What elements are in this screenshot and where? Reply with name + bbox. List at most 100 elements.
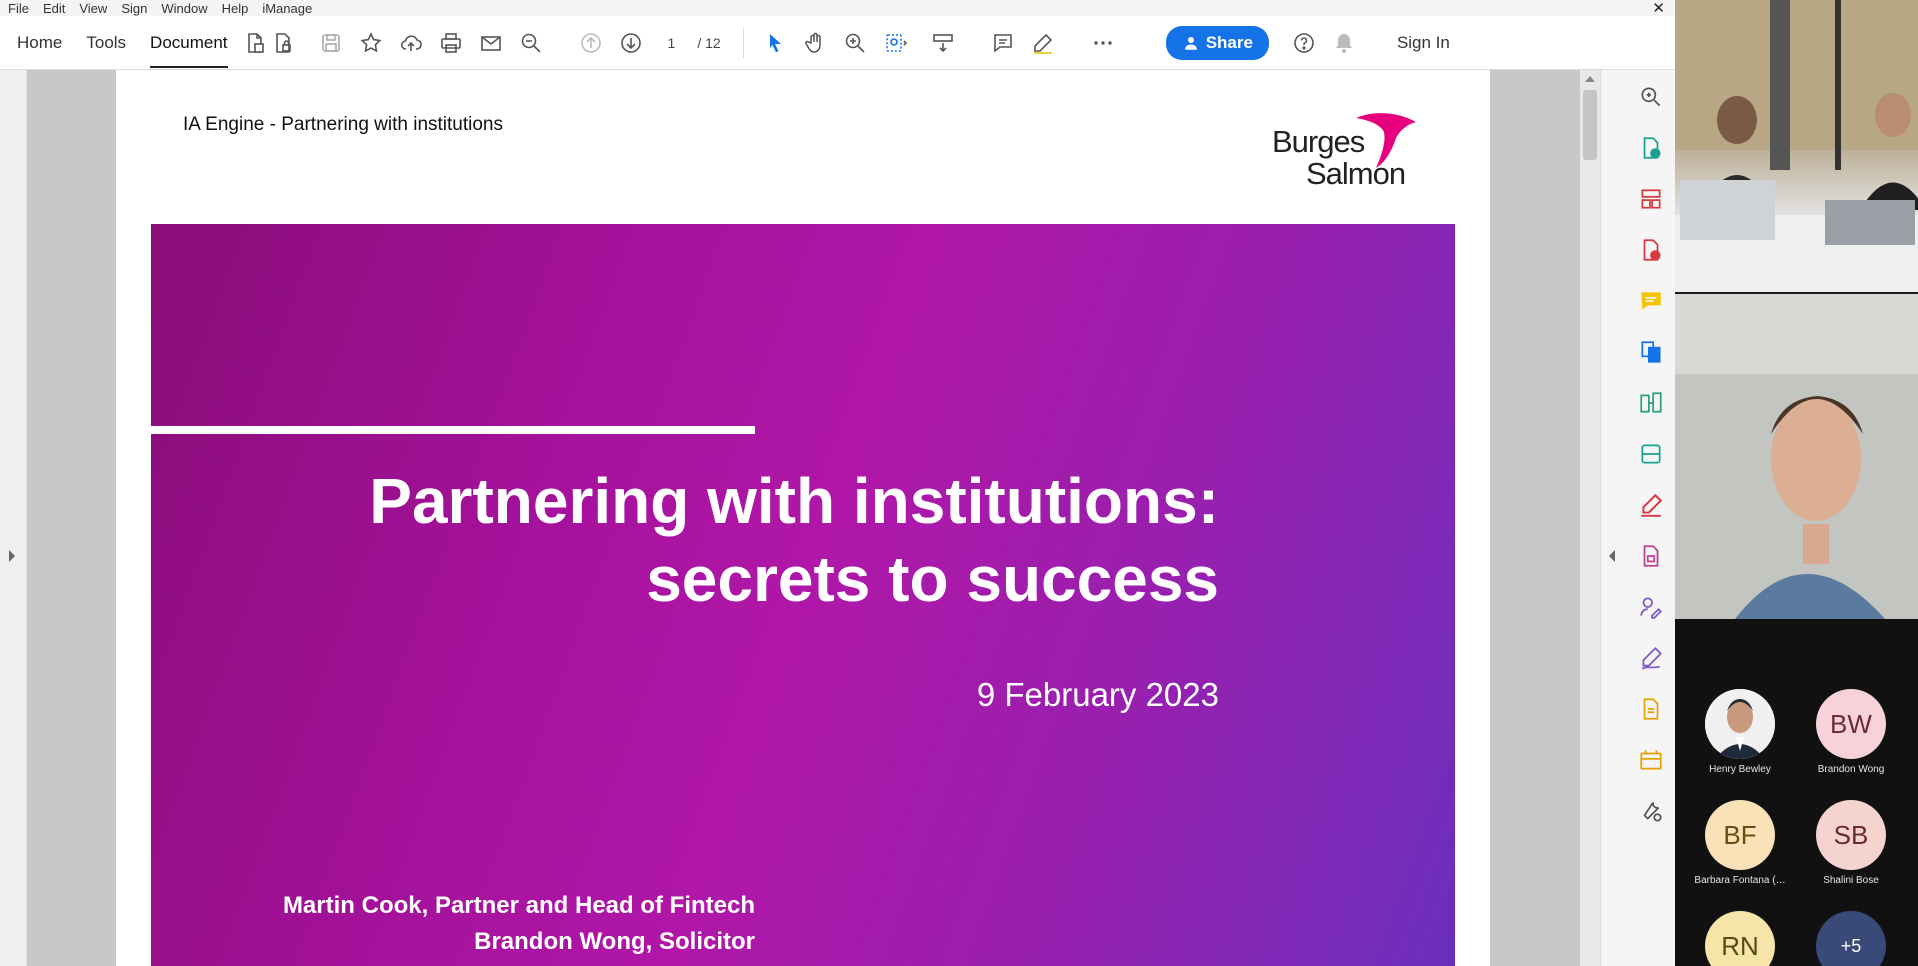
collapse-panel-icon[interactable] [1609,550,1615,562]
page-total: / 12 [697,34,721,51]
scrollbar-thumb[interactable] [1583,90,1597,160]
menu-help[interactable]: Help [222,1,249,16]
video-call-panel: Henry Bewley BW Brandon Wong BF Barbara … [1675,0,1918,966]
menu-view[interactable]: View [79,1,107,16]
main-toolbar: Home Tools Document 1 / 12 Share Sign In [0,16,1675,70]
burges-salmon-logo: Burges Salmon [1272,110,1432,200]
avatar-photo [1705,689,1775,759]
comment-icon[interactable] [990,30,1016,56]
menu-imanage[interactable]: iManage [262,1,312,16]
email-icon[interactable] [478,30,504,56]
toolbar-divider [742,27,744,58]
participant-name: Brandon Wong [1817,764,1885,775]
logo-text: Burges Salmon [1272,124,1406,191]
menu-window[interactable]: Window [161,1,207,16]
room-video-feed [1675,0,1918,292]
more-icon[interactable] [1090,30,1116,56]
participant-tile[interactable]: SB Shalini Bose [1798,800,1904,886]
page-number-input[interactable]: 1 [668,35,676,51]
right-tools-panel [1600,70,1675,966]
fill-sign-icon[interactable] [1638,492,1664,518]
export-pdf-icon[interactable] [1638,135,1664,161]
zoom-out-icon[interactable] [518,30,544,56]
send-review-icon[interactable] [1638,696,1664,722]
pen-highlight-icon[interactable] [1030,30,1056,56]
close-icon[interactable]: ✕ [1652,0,1665,17]
page-navigator: 1 / 12 [668,35,721,51]
logo-line-2: Salmon [1306,156,1406,191]
search-zoom-icon[interactable] [1638,84,1664,110]
menu-edit[interactable]: Edit [43,1,65,16]
menu-sign[interactable]: Sign [121,1,147,16]
help-icon[interactable] [1291,30,1317,56]
sign-in-link[interactable]: Sign In [1397,33,1450,53]
slide-title: Partnering with institutions: secrets to… [369,462,1219,618]
share-label: Share [1205,32,1253,52]
compare-files-icon[interactable] [1638,390,1664,416]
avatar: +5 [1816,911,1886,966]
stamp-icon[interactable] [1638,747,1664,773]
slide-authors: Martin Cook, Partner and Head of Fintech… [283,888,755,960]
vertical-scrollbar[interactable] [1580,70,1600,966]
add-page-icon[interactable] [1638,237,1664,263]
tab-tools[interactable]: Tools [76,16,136,70]
keyboard-tool-icon[interactable] [930,30,956,56]
organize-pages-icon[interactable] [1638,186,1664,212]
slide-author-2: Brandon Wong, Solicitor [474,928,755,955]
hand-tool-icon[interactable] [802,30,828,56]
page-down-icon[interactable] [618,30,644,56]
marquee-zoom-icon[interactable] [882,30,908,56]
avatar: RN [1705,911,1775,966]
edit-pdf-icon[interactable] [1638,645,1664,671]
participant-tile[interactable]: Henry Bewley [1687,689,1793,775]
slide-date: 9 February 2023 [976,676,1219,713]
speaker-video-feed [1675,294,1918,619]
scroll-up-icon[interactable] [1585,76,1595,82]
more-participants-button[interactable]: +5 [1798,911,1904,966]
page-up-icon[interactable] [578,30,604,56]
participant-name: Barbara Fontana (… [1694,875,1786,886]
request-signature-icon[interactable] [1638,594,1664,620]
logo-line-1: Burges [1272,124,1365,159]
zoom-in-icon[interactable] [842,30,868,56]
comment-tool-icon[interactable] [1638,288,1664,314]
notification-bell-icon[interactable] [1331,30,1357,56]
slide-author-1: Martin Cook, Partner and Head of Fintech [282,892,755,919]
menu-bar: File Edit View Sign Window Help iManage … [0,0,1675,17]
share-button[interactable]: Share [1165,25,1269,60]
menu-file[interactable]: File [8,1,29,16]
protect-pdf-icon[interactable] [270,30,296,56]
participant-name: Henry Bewley [1709,764,1771,775]
upload-cloud-icon[interactable] [398,30,424,56]
print-icon[interactable] [438,30,464,56]
participant-tile[interactable]: RN [1687,911,1793,966]
combine-files-icon[interactable] [1638,339,1664,365]
scan-ocr-icon[interactable] [1638,441,1664,467]
participant-tile[interactable]: BF Barbara Fontana (… [1687,800,1793,886]
video-tile-room[interactable] [1675,0,1918,292]
slide-divider-line [151,426,755,434]
avatar: BW [1816,689,1886,759]
create-pdf-icon[interactable] [242,30,268,56]
slide-title-line-2: secrets to success [646,543,1219,615]
more-tools-icon[interactable] [1638,798,1664,824]
protect-icon[interactable] [1638,543,1664,569]
avatar: BF [1705,800,1775,870]
select-cursor-icon[interactable] [762,30,788,56]
title-slide: Partnering with institutions: secrets to… [151,224,1455,966]
app-window: File Edit View Sign Window Help iManage … [0,0,1918,966]
avatar: SB [1816,800,1886,870]
participant-grid: Henry Bewley BW Brandon Wong BF Barbara … [1675,619,1918,966]
user-share-icon [1184,36,1197,50]
pdf-page: IA Engine - Partnering with institutions… [116,70,1490,966]
video-tile-speaker[interactable] [1675,294,1918,619]
page-header-text: IA Engine - Partnering with institutions [183,114,504,135]
left-panel-toggle[interactable] [0,70,27,966]
participant-tile[interactable]: BW Brandon Wong [1798,689,1904,775]
tab-document[interactable]: Document [140,16,237,70]
participant-name: Shalini Bose [1823,875,1879,886]
tab-home[interactable]: Home [7,16,72,70]
expand-left-icon [9,550,15,562]
bookmark-star-icon[interactable] [358,30,384,56]
save-icon[interactable] [318,30,344,56]
